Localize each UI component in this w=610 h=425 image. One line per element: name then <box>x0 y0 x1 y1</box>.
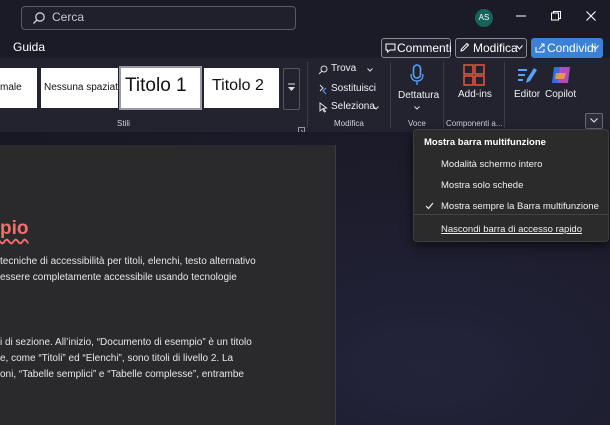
add-ins-icon <box>463 64 485 86</box>
styles-group-label: Stili <box>117 119 130 128</box>
edit-mode-label: Modifica <box>473 41 518 55</box>
styles-more-button[interactable] <box>283 68 300 110</box>
ribbon-display-options-button[interactable] <box>585 113 603 129</box>
checkmark-icon <box>425 202 434 210</box>
editor-button[interactable]: Editor <box>512 62 542 112</box>
ribbon-divider <box>504 62 505 128</box>
document-line: i di sezione. All’inizio, “Documento di … <box>0 337 252 348</box>
document-heading: pio <box>0 218 29 239</box>
document-line: oni, “Tabelle semplici” e “Tabelle compl… <box>0 369 244 380</box>
search-icon <box>318 65 328 75</box>
avatar[interactable]: AS <box>475 9 493 27</box>
add-ins-group-label: Componenti a... <box>446 119 503 128</box>
document-page[interactable] <box>0 145 336 425</box>
chevron-down-icon <box>414 106 420 110</box>
share-label: Condividi <box>547 41 597 55</box>
dictate-button[interactable]: Dettatura <box>395 62 439 114</box>
menu-divider <box>414 214 608 215</box>
more-icon <box>288 83 295 91</box>
menu-item-hide-quick-access[interactable]: Nascondi barra di accesso rapido <box>441 224 582 235</box>
ribbon-divider <box>390 62 391 128</box>
chevron-down-icon <box>592 45 599 50</box>
editor-icon <box>518 68 537 83</box>
comment-icon <box>385 43 396 53</box>
style-heading-1[interactable]: Titolo 1 <box>119 66 202 110</box>
share-button[interactable]: Condividi <box>531 38 603 58</box>
comments-button[interactable]: Commenti <box>381 38 452 58</box>
document-line: essere completamente accessibile usando … <box>0 272 237 283</box>
restore-icon[interactable] <box>546 8 566 28</box>
search-icon <box>33 12 45 24</box>
search-box[interactable]: Cerca <box>21 6 296 30</box>
share-icon <box>535 43 545 53</box>
editing-group-label: Modifica <box>334 119 364 128</box>
replace-icon <box>319 84 327 95</box>
chevron-down-icon <box>373 106 379 110</box>
microphone-icon <box>410 64 424 85</box>
document-line: e, come “Titoli” ed “Elenchi”, sono tito… <box>0 353 234 364</box>
menu-item-always-show-ribbon[interactable]: Mostra sempre la Barra multifunzione <box>441 201 599 212</box>
close-icon[interactable] <box>581 8 601 28</box>
tab-guida[interactable]: Guida <box>13 40 45 54</box>
copilot-button[interactable]: Copilot <box>545 62 577 112</box>
edit-mode-button[interactable]: Modifica <box>455 38 527 58</box>
chevron-down-icon <box>590 118 598 123</box>
ribbon-divider <box>443 62 444 128</box>
minimize-icon[interactable] <box>511 8 531 28</box>
chevron-down-icon <box>516 45 523 50</box>
comments-label: Commenti <box>397 41 452 55</box>
style-no-spacing[interactable]: Nessuna spaziat <box>41 68 118 108</box>
ribbon-display-menu: Mostra barra multifunzione Modalità sche… <box>413 129 609 242</box>
document-line: tecniche di accessibilità per titoli, el… <box>0 256 256 267</box>
dialog-launcher-icon[interactable] <box>298 121 305 134</box>
menu-title: Mostra barra multifunzione <box>424 137 546 148</box>
cursor-icon <box>319 102 328 113</box>
pencil-icon <box>460 42 470 52</box>
style-heading-2[interactable]: Titolo 2 <box>204 68 279 108</box>
menu-item-full-screen[interactable]: Modalità schermo intero <box>441 159 542 170</box>
voice-group-label: Voce <box>408 119 426 128</box>
copilot-icon <box>552 67 570 83</box>
menu-item-show-tabs-only[interactable]: Mostra solo schede <box>441 180 523 191</box>
search-placeholder: Cerca <box>52 10 85 24</box>
ribbon-divider <box>307 62 308 128</box>
style-normal[interactable]: male <box>0 68 37 108</box>
add-ins-button[interactable]: Add-ins <box>452 62 498 112</box>
chevron-down-icon <box>367 68 373 72</box>
